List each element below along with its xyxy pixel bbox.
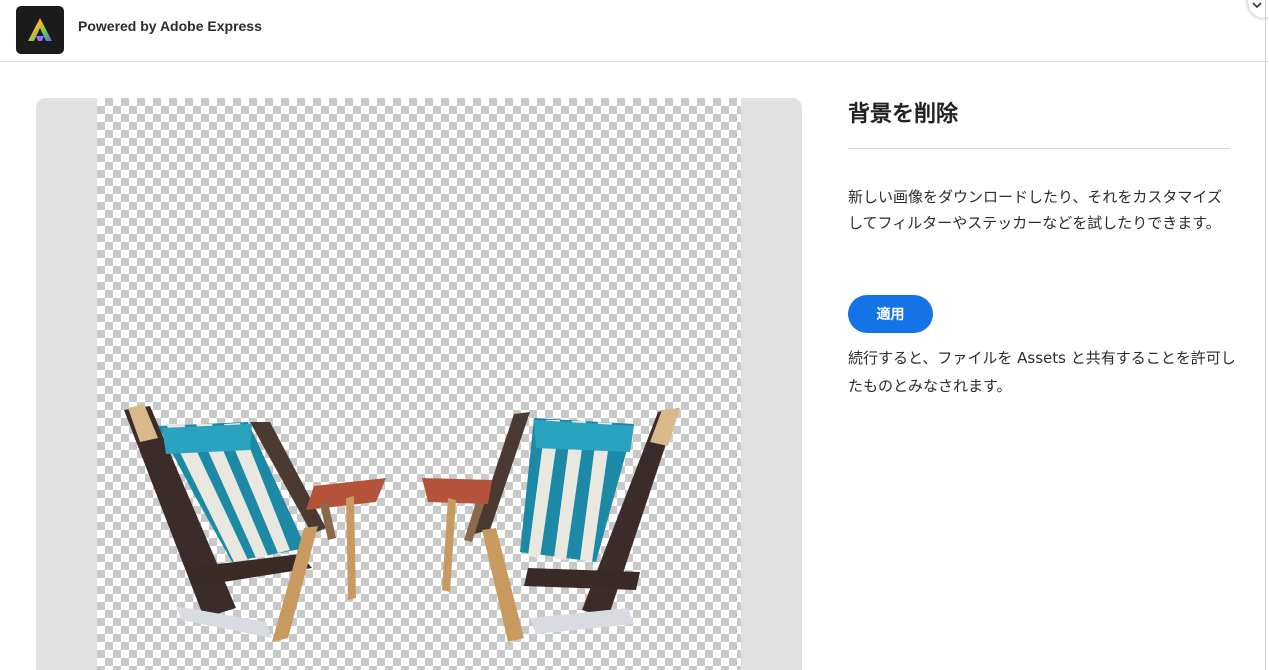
powered-by-label: Powered by Adobe Express bbox=[78, 18, 262, 34]
header: Powered by Adobe Express bbox=[0, 0, 1269, 62]
divider bbox=[848, 148, 1230, 149]
adobe-express-logo-icon bbox=[16, 6, 64, 54]
left-chair bbox=[124, 404, 386, 642]
assets-sharing-notice: 続行すると、ファイルを Assets と共有することを許可したものとみなされます… bbox=[848, 349, 1236, 395]
panel-description: 新しい画像をダウンロードしたり、それをカスタマイズしてフィルターやステッカーなど… bbox=[848, 188, 1222, 232]
window-edge bbox=[1265, 0, 1266, 670]
beach-chairs-image bbox=[124, 404, 680, 642]
image-preview bbox=[36, 98, 802, 670]
panel-title: 背景を削除 bbox=[848, 102, 959, 127]
apply-button[interactable]: 適用 bbox=[848, 295, 933, 333]
right-chair bbox=[422, 408, 680, 642]
